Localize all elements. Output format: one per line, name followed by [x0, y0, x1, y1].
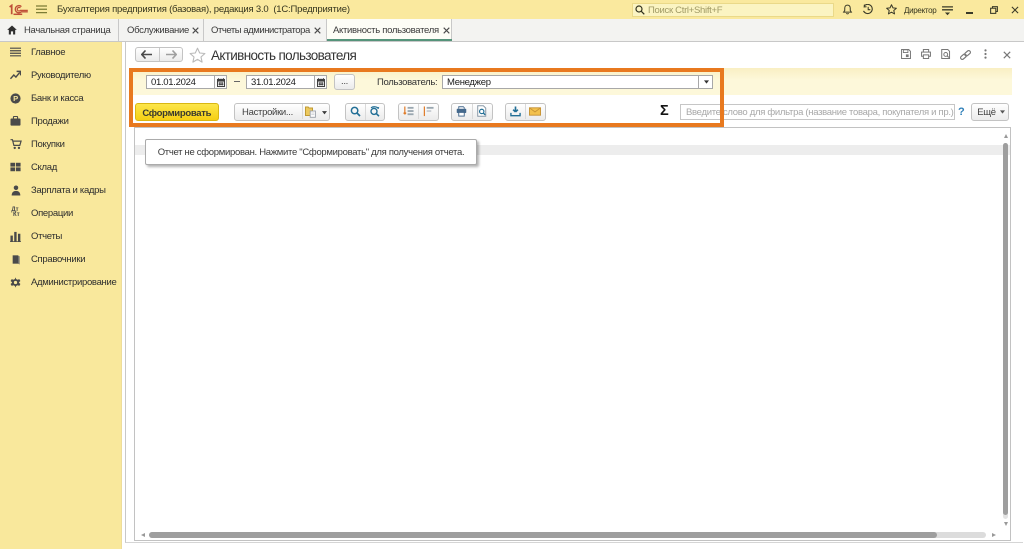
svg-text:P: P: [13, 94, 18, 103]
